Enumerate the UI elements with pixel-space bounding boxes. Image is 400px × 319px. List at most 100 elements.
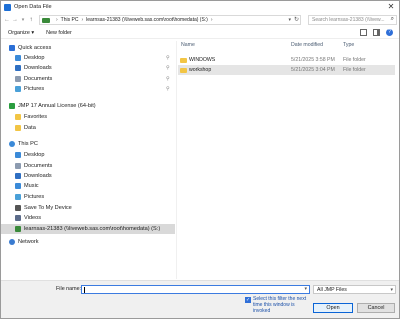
breadcrumb-drive[interactable]: learnsas-21383 (\\liveweb.sas.com\root\h…: [86, 17, 208, 23]
pane-divider[interactable]: [176, 41, 177, 279]
sidebar-item-downloads[interactable]: Downloads: [1, 171, 175, 181]
search-icon: ⌕: [390, 16, 394, 22]
sidebar-item-pictures[interactable]: Pictures: [1, 192, 175, 202]
up-arrow-icon[interactable]: ↑: [27, 15, 35, 25]
breadcrumb-separator-icon: ›: [56, 17, 58, 23]
sidebar-item-label: Save To My Device: [24, 205, 72, 211]
back-arrow-icon[interactable]: ←: [3, 15, 11, 25]
vertical-scrollbar[interactable]: [395, 41, 399, 279]
sidebar-item-label: Pictures: [24, 86, 45, 92]
sidebar-item-label: Data: [24, 125, 36, 131]
title-bar: Open Data File ✕: [1, 1, 399, 13]
breadcrumb-separator-icon: ›: [210, 17, 213, 23]
sidebar-item-learnsas-21383-liveweb-sas-com-root-homedata-s[interactable]: learnsas-21383 (\\liveweb.sas.com\root\h…: [1, 224, 175, 234]
sidebar-item-documents[interactable]: Documents: [1, 161, 175, 171]
sidebar-item-label: Downloads: [24, 173, 52, 179]
sidebar-item-music[interactable]: Music: [1, 181, 175, 191]
pin-icon: ⚲: [166, 76, 170, 82]
sidebar-item-label: Desktop: [24, 152, 45, 158]
sidebar-item-label: Downloads: [24, 65, 52, 71]
sidebar-item-save-to-my-device[interactable]: Save To My Device: [1, 203, 175, 213]
sidebar-item-label: Network: [18, 239, 39, 245]
sidebar-item-documents[interactable]: Documents ⚲: [1, 74, 175, 84]
sidebar-item-label: Favorites: [24, 114, 48, 120]
network-icon: [9, 239, 15, 245]
folder-icon: [180, 57, 187, 63]
app-icon: [4, 3, 11, 11]
file-name-dropdown-icon[interactable]: ▾: [304, 286, 307, 292]
sidebar-item-favorites[interactable]: Favorites: [1, 112, 175, 122]
sidebar-item-label: Pictures: [24, 194, 45, 200]
sidebar-item-label: JMP 17 Annual License (64-bit): [18, 103, 96, 109]
network-drive-icon: [15, 226, 21, 232]
sidebar-item-data[interactable]: Data: [1, 123, 175, 133]
open-button[interactable]: Open: [313, 303, 353, 313]
desktop-icon: [15, 152, 21, 158]
close-icon[interactable]: ✕: [386, 2, 396, 12]
new-folder-button[interactable]: New folder: [46, 30, 72, 36]
view-options-icon[interactable]: [360, 29, 367, 36]
file-type-dropdown-icon: ▾: [390, 287, 393, 293]
file-row[interactable]: workshop 5/21/2025 3:04 PM File folder: [178, 65, 396, 75]
data-folder-icon: [15, 125, 21, 131]
folder-icon: [180, 67, 187, 73]
sidebar-item-downloads[interactable]: Downloads ⚲: [1, 63, 175, 73]
sidebar-item-pictures[interactable]: Pictures ⚲: [1, 84, 175, 94]
column-header-date[interactable]: Date modified: [291, 42, 323, 48]
desktop-icon: [15, 55, 21, 61]
breadcrumb-this-pc[interactable]: This PC: [61, 17, 79, 23]
search-placeholder: Search learnsas-21383 (\\livew...: [312, 17, 385, 23]
sidebar-item-network[interactable]: Network: [1, 237, 175, 247]
pin-icon: ⚲: [166, 55, 170, 61]
file-type-select[interactable]: All JMP Files ▾: [313, 285, 396, 294]
sidebar-item-quick-access[interactable]: Quick access: [1, 43, 175, 53]
device-icon: [15, 205, 21, 211]
help-icon[interactable]: ?: [386, 29, 393, 36]
cancel-button[interactable]: Cancel: [357, 303, 395, 313]
sidebar-item-label: This PC: [18, 141, 38, 147]
remember-filter-label[interactable]: Select this filter the next time this wi…: [253, 296, 313, 314]
open-data-file-dialog: Open Data File ✕ ← → ▾ ↑ › This PC › lea…: [0, 0, 400, 319]
file-name: workshop: [189, 67, 212, 73]
sidebar-item-this-pc[interactable]: This PC: [1, 139, 175, 149]
address-dropdown-icon[interactable]: ▾: [288, 17, 291, 23]
address-bar[interactable]: › This PC › learnsas-21383 (\\liveweb.sa…: [39, 15, 301, 25]
forward-arrow-icon[interactable]: →: [11, 15, 19, 25]
file-name-input[interactable]: ▾: [81, 285, 310, 294]
recent-locations-chevron-icon[interactable]: ▾: [19, 15, 27, 25]
refresh-icon[interactable]: ↻: [294, 16, 299, 23]
sidebar-item-label: Videos: [24, 215, 42, 221]
column-header-type[interactable]: Type: [343, 42, 354, 48]
file-row[interactable]: WINDOWS 5/21/2025 3:58 PM File folder: [178, 55, 396, 65]
sidebar-item-desktop[interactable]: Desktop: [1, 150, 175, 160]
download-icon: [15, 65, 21, 71]
documents-icon: [15, 163, 21, 169]
network-drive-icon: [42, 17, 50, 23]
file-type: File folder: [343, 67, 366, 73]
music-icon: [15, 183, 21, 189]
column-header-name[interactable]: Name: [181, 42, 195, 48]
sidebar-item-jmp-17-annual-license-64-bit[interactable]: JMP 17 Annual License (64-bit): [1, 101, 175, 111]
dialog-footer: File name: ▾ All JMP Files ▾ ✓ Select th…: [1, 280, 399, 318]
download-icon: [15, 173, 21, 179]
sidebar-item-desktop[interactable]: Desktop ⚲: [1, 53, 175, 63]
sidebar-item-label: learnsas-21383 (\\liveweb.sas.com\root\h…: [24, 226, 161, 232]
pin-icon: ⚲: [166, 86, 170, 92]
pin-icon: ⚲: [166, 65, 170, 71]
sidebar-item-videos[interactable]: Videos: [1, 213, 175, 223]
pictures-icon: [15, 194, 21, 200]
column-headers: Name Date modified Type: [178, 41, 399, 51]
organize-button[interactable]: Organize ▾: [8, 30, 34, 36]
file-date: 5/21/2025 3:04 PM: [291, 67, 335, 73]
search-input[interactable]: Search learnsas-21383 (\\livew... ⌕: [308, 15, 397, 25]
file-type: File folder: [343, 57, 366, 63]
preview-pane-icon[interactable]: [373, 29, 380, 36]
pc-icon: [9, 141, 15, 147]
sidebar-item-label: Documents: [24, 76, 53, 82]
jmp-icon: [9, 103, 15, 109]
address-row: ← → ▾ ↑ › This PC › learnsas-21383 (\\li…: [1, 14, 399, 26]
remember-filter-checkbox[interactable]: ✓: [245, 297, 251, 303]
file-name-label: File name:: [56, 286, 82, 292]
file-type-value: All JMP Files: [317, 287, 347, 293]
window-title: Open Data File: [14, 4, 52, 10]
